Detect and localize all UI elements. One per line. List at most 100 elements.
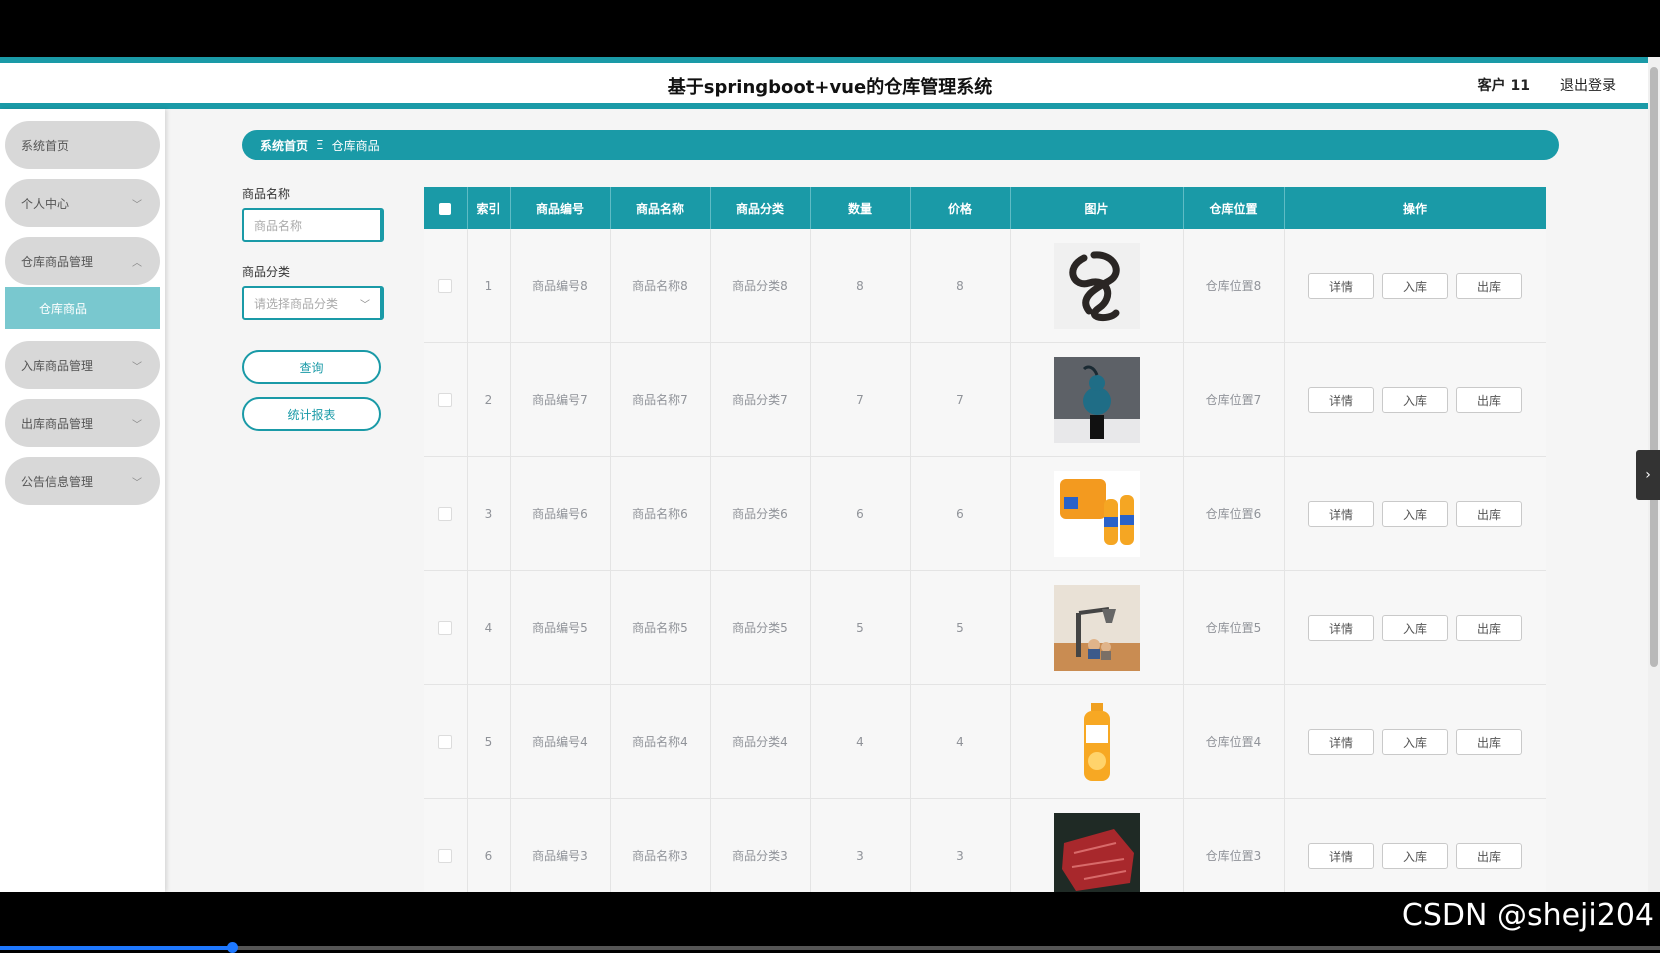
sidebar-item-warehouse-goods[interactable]: 仓库商品	[5, 287, 160, 329]
video-progress-track[interactable]	[232, 946, 1660, 950]
column-header-code: 商品编号	[510, 187, 611, 229]
product-image[interactable]	[1011, 812, 1183, 892]
stock-out-button[interactable]: 出库	[1456, 272, 1522, 299]
chevron-down-icon: ﹀	[360, 299, 370, 311]
detail-button[interactable]: 详情	[1308, 614, 1374, 641]
stock-out-button[interactable]: 出库	[1456, 614, 1522, 641]
stats-report-button[interactable]: 统计报表	[242, 397, 381, 431]
video-progress-fill	[0, 946, 232, 950]
row-checkbox[interactable]	[438, 734, 453, 749]
select-all-checkbox[interactable]	[424, 187, 468, 229]
stock-out-button[interactable]: 出库	[1456, 842, 1522, 869]
cell-code: 商品编号8	[510, 229, 611, 343]
sidebar-item-label: 系统首页	[21, 138, 70, 153]
product-image[interactable]	[1011, 698, 1183, 785]
breadcrumb-separator-icon: Ξ	[316, 138, 324, 152]
row-checkbox-cell[interactable]	[424, 798, 468, 892]
stock-in-button[interactable]: 入库	[1382, 500, 1448, 527]
cell-index: 4	[467, 570, 511, 685]
cell-price: 5	[910, 570, 1011, 685]
sidebar-item-label: 仓库商品	[39, 301, 88, 316]
stock-out-button[interactable]: 出库	[1456, 386, 1522, 413]
stock-in-button[interactable]: 入库	[1382, 386, 1448, 413]
detail-button[interactable]: 详情	[1308, 386, 1374, 413]
name-search-input[interactable]: 商品名称	[242, 208, 384, 242]
product-image[interactable]	[1011, 356, 1183, 443]
stock-in-button[interactable]: 入库	[1382, 272, 1448, 299]
cell-actions: 详情 入库 出库	[1284, 342, 1546, 457]
cell-location: 仓库位置5	[1183, 570, 1285, 685]
row-checkbox-cell[interactable]	[424, 456, 468, 571]
column-header-actions: 操作	[1284, 187, 1546, 229]
chevron-right-icon[interactable]: ›	[1636, 450, 1660, 500]
sidebar-item-personal-center[interactable]: 个人中心 ﹀	[5, 179, 160, 227]
cell-image	[1010, 456, 1184, 571]
stock-in-button[interactable]: 入库	[1382, 614, 1448, 641]
sidebar: 系统首页 个人中心 ﹀ 仓库商品管理 ︿ 仓库商品 入库商品管理 ﹀ 出库商品管…	[0, 109, 165, 892]
sidebar-item-label: 入库商品管理	[21, 358, 94, 373]
scrollbar-thumb[interactable]	[1650, 67, 1658, 667]
category-select[interactable]: 请选择商品分类 ﹀	[242, 286, 384, 320]
cell-image	[1010, 342, 1184, 457]
cell-price: 3	[910, 798, 1011, 892]
row-checkbox-cell[interactable]	[424, 229, 468, 343]
cell-category: 商品分类7	[710, 342, 811, 457]
cell-code: 商品编号5	[510, 570, 611, 685]
row-checkbox[interactable]	[438, 506, 453, 521]
table-row: 2 商品编号7 商品名称7 商品分类7 7 7 仓库位置7 详情 入库 出库	[424, 342, 1546, 457]
detail-button[interactable]: 详情	[1308, 500, 1374, 527]
cell-quantity: 3	[810, 798, 911, 892]
cell-image	[1010, 229, 1184, 343]
cell-location: 仓库位置7	[1183, 342, 1285, 457]
row-checkbox[interactable]	[438, 392, 453, 407]
top-header: 基于springboot+vue的仓库管理系统 客户 11 退出登录	[0, 57, 1660, 109]
name-search-placeholder: 商品名称	[254, 218, 303, 233]
category-filter-label: 商品分类	[242, 265, 291, 279]
sidebar-item-label: 公告信息管理	[21, 474, 94, 489]
sidebar-item-home[interactable]: 系统首页	[5, 121, 160, 169]
cell-code: 商品编号6	[510, 456, 611, 571]
product-image[interactable]	[1011, 470, 1183, 557]
cell-quantity: 7	[810, 342, 911, 457]
cell-location: 仓库位置6	[1183, 456, 1285, 571]
sidebar-item-warehouse-goods-mgmt[interactable]: 仓库商品管理 ︿	[5, 237, 160, 285]
cell-quantity: 4	[810, 684, 911, 799]
table-header-row: 索引 商品编号 商品名称 商品分类 数量 价格 图片 仓库位置 操作	[424, 187, 1546, 229]
row-checkbox-cell[interactable]	[424, 684, 468, 799]
detail-button[interactable]: 详情	[1308, 272, 1374, 299]
video-progress-handle[interactable]	[227, 942, 238, 953]
cell-name: 商品名称4	[610, 684, 711, 799]
product-image[interactable]	[1011, 584, 1183, 671]
cell-name: 商品名称7	[610, 342, 711, 457]
cell-location: 仓库位置4	[1183, 684, 1285, 799]
detail-button[interactable]: 详情	[1308, 728, 1374, 755]
stock-out-button[interactable]: 出库	[1456, 728, 1522, 755]
sidebar-item-notice-mgmt[interactable]: 公告信息管理 ﹀	[5, 457, 160, 505]
row-checkbox-cell[interactable]	[424, 570, 468, 685]
row-checkbox[interactable]	[438, 278, 453, 293]
breadcrumb-home[interactable]: 系统首页	[260, 137, 308, 154]
breadcrumb: 系统首页 Ξ 仓库商品	[242, 130, 1559, 160]
app-screen: 基于springboot+vue的仓库管理系统 客户 11 退出登录 系统首页 …	[0, 57, 1660, 892]
detail-button[interactable]: 详情	[1308, 842, 1374, 869]
product-image[interactable]	[1011, 242, 1183, 329]
sidebar-item-outbound-mgmt[interactable]: 出库商品管理 ﹀	[5, 399, 160, 447]
row-checkbox[interactable]	[438, 848, 453, 863]
stock-in-button[interactable]: 入库	[1382, 728, 1448, 755]
row-checkbox[interactable]	[438, 620, 453, 635]
sidebar-item-label: 个人中心	[21, 196, 70, 211]
video-player-bar: CSDN @sheji204	[0, 892, 1660, 953]
sidebar-item-inbound-mgmt[interactable]: 入库商品管理 ﹀	[5, 341, 160, 389]
cell-name: 商品名称3	[610, 798, 711, 892]
stock-out-button[interactable]: 出库	[1456, 500, 1522, 527]
row-checkbox-cell[interactable]	[424, 342, 468, 457]
current-user: 客户 11	[1477, 78, 1530, 94]
logout-link[interactable]: 退出登录	[1560, 75, 1616, 95]
cell-price: 4	[910, 684, 1011, 799]
chevron-down-icon: ﹀	[132, 477, 142, 489]
query-button[interactable]: 查询	[242, 350, 381, 384]
cell-category: 商品分类5	[710, 570, 811, 685]
stock-in-button[interactable]: 入库	[1382, 842, 1448, 869]
watermark: CSDN @sheji204	[1401, 898, 1654, 933]
cell-location: 仓库位置8	[1183, 229, 1285, 343]
